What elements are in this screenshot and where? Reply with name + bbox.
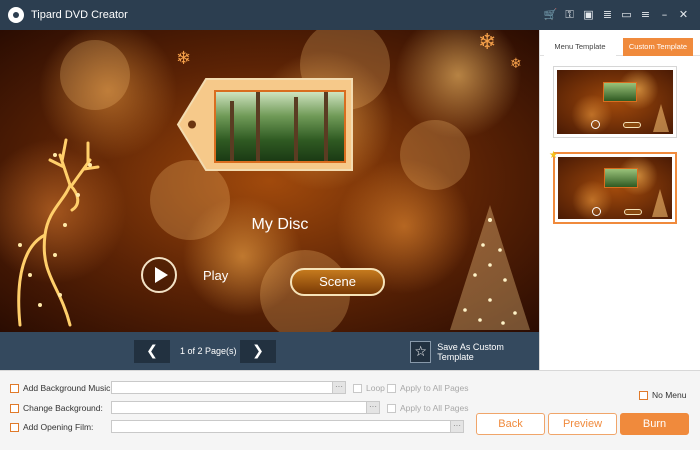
no-menu-option[interactable]: No Menu (639, 390, 687, 400)
apply-background-all-pages-checkbox[interactable] (387, 403, 396, 413)
tree-trunk (230, 101, 234, 161)
add-background-music-checkbox[interactable] (10, 383, 19, 393)
background-music-field[interactable] (111, 381, 333, 394)
burn-button[interactable]: Burn (620, 413, 689, 435)
apply-background-all-pages-option[interactable]: Apply to All Pages (387, 403, 469, 413)
template-mini-tree (652, 189, 668, 217)
apply-background-all-pages-label: Apply to All Pages (400, 403, 469, 413)
minimize-icon[interactable]: – (656, 7, 673, 23)
add-background-music-label: Add Background Music: (23, 383, 113, 393)
disc-title[interactable]: My Disc (230, 216, 330, 234)
title-bar-controls: 🛒 ⚿ ▣ ≣ ▭ ≡ – ✕ (542, 7, 692, 23)
key-icon[interactable]: ⚿ (561, 7, 578, 23)
loop-label: Loop (366, 383, 385, 393)
tree-trunk (324, 92, 328, 161)
template-mini-scene (623, 122, 641, 128)
add-opening-film-checkbox[interactable] (10, 422, 19, 432)
template-mini-play (591, 120, 600, 129)
browse-music-button[interactable]: ··· (332, 381, 346, 394)
template-mini-thumbnail (603, 168, 638, 189)
app-title: Tipard DVD Creator (31, 9, 128, 21)
snowflake-icon: ❄ (510, 56, 522, 72)
bokeh-light (60, 40, 130, 110)
apply-music-all-pages-option[interactable]: Apply to All Pages (387, 383, 469, 393)
christmas-tree-decoration (450, 205, 530, 330)
app-logo-icon (8, 7, 24, 23)
tab-menu-template[interactable]: Menu Template (544, 38, 616, 56)
chapter-thumbnail[interactable] (214, 90, 346, 163)
scene-button[interactable]: Scene (290, 268, 385, 296)
menu-preview: ❄ ❄ ❄ My Disc Play Scene (0, 30, 539, 332)
template-thumbnail (558, 157, 672, 219)
tab-custom-template[interactable]: Custom Template (623, 38, 693, 56)
list-icon[interactable]: ≣ (599, 7, 616, 23)
template-item[interactable] (553, 66, 677, 138)
chevron-right-icon: ❯ (252, 343, 264, 359)
template-tabs: Menu Template Custom Template (540, 36, 700, 56)
favorite-star-icon: ★ (549, 150, 558, 161)
template-thumbnail (557, 70, 673, 134)
next-page-button[interactable]: ❯ (240, 340, 276, 363)
bokeh-light (150, 160, 230, 240)
preview-button[interactable]: Preview (548, 413, 617, 435)
menu-icon[interactable]: ≡ (637, 7, 654, 23)
template-mini-play (592, 207, 601, 216)
play-icon-button[interactable] (141, 257, 177, 293)
browse-film-button[interactable]: ··· (450, 420, 464, 433)
page-navigation-bar: ❮ 1 of 2 Page(s) ❯ ☆ Save As Custom Temp… (0, 332, 539, 370)
star-icon: ☆ (410, 341, 432, 363)
save-custom-template-label: Save As Custom Template (437, 342, 504, 362)
snowflake-icon: ❄ (176, 48, 192, 69)
add-opening-film-option[interactable]: Add Opening Film: (10, 422, 93, 432)
apply-music-all-pages-checkbox[interactable] (387, 383, 396, 393)
chevron-left-icon: ❮ (146, 343, 158, 359)
snowflake-icon: ❄ (478, 30, 497, 55)
bokeh-light (400, 120, 470, 190)
apply-music-all-pages-label: Apply to All Pages (400, 383, 469, 393)
opening-film-field[interactable] (111, 420, 451, 433)
reindeer-decoration (17, 138, 100, 327)
template-item-selected[interactable] (553, 152, 677, 224)
add-background-music-option[interactable]: Add Background Music: (10, 383, 113, 393)
no-menu-label: No Menu (652, 390, 687, 400)
change-background-checkbox[interactable] (10, 403, 19, 413)
cart-icon[interactable]: 🛒 (542, 7, 559, 23)
change-background-label: Change Background: (23, 403, 103, 413)
title-bar: Tipard DVD Creator 🛒 ⚿ ▣ ≣ ▭ ≡ – ✕ (0, 0, 700, 30)
back-button[interactable]: Back (476, 413, 545, 435)
feedback-icon[interactable]: ▭ (618, 7, 635, 23)
add-opening-film-label: Add Opening Film: (23, 422, 94, 432)
no-menu-checkbox[interactable] (639, 390, 648, 400)
prev-page-button[interactable]: ❮ (134, 340, 170, 363)
tree-trunk (294, 97, 298, 161)
background-image-field[interactable] (111, 401, 367, 414)
template-mini-tree (653, 104, 669, 132)
template-panel: Menu Template Custom Template ★ (539, 30, 700, 370)
loop-checkbox[interactable] (353, 383, 362, 393)
template-mini-scene (624, 209, 642, 215)
play-label[interactable]: Play (203, 268, 228, 283)
tree-trunk (256, 92, 260, 161)
loop-option[interactable]: Loop (353, 383, 385, 393)
template-mini-thumbnail (603, 81, 638, 102)
browse-background-button[interactable]: ··· (366, 401, 380, 414)
save-custom-template-button[interactable]: ☆ Save As Custom Template (410, 340, 539, 364)
change-background-option[interactable]: Change Background: (10, 403, 103, 413)
page-indicator: 1 of 2 Page(s) (180, 346, 237, 356)
close-icon[interactable]: ✕ (675, 7, 692, 23)
save-icon[interactable]: ▣ (580, 7, 597, 23)
